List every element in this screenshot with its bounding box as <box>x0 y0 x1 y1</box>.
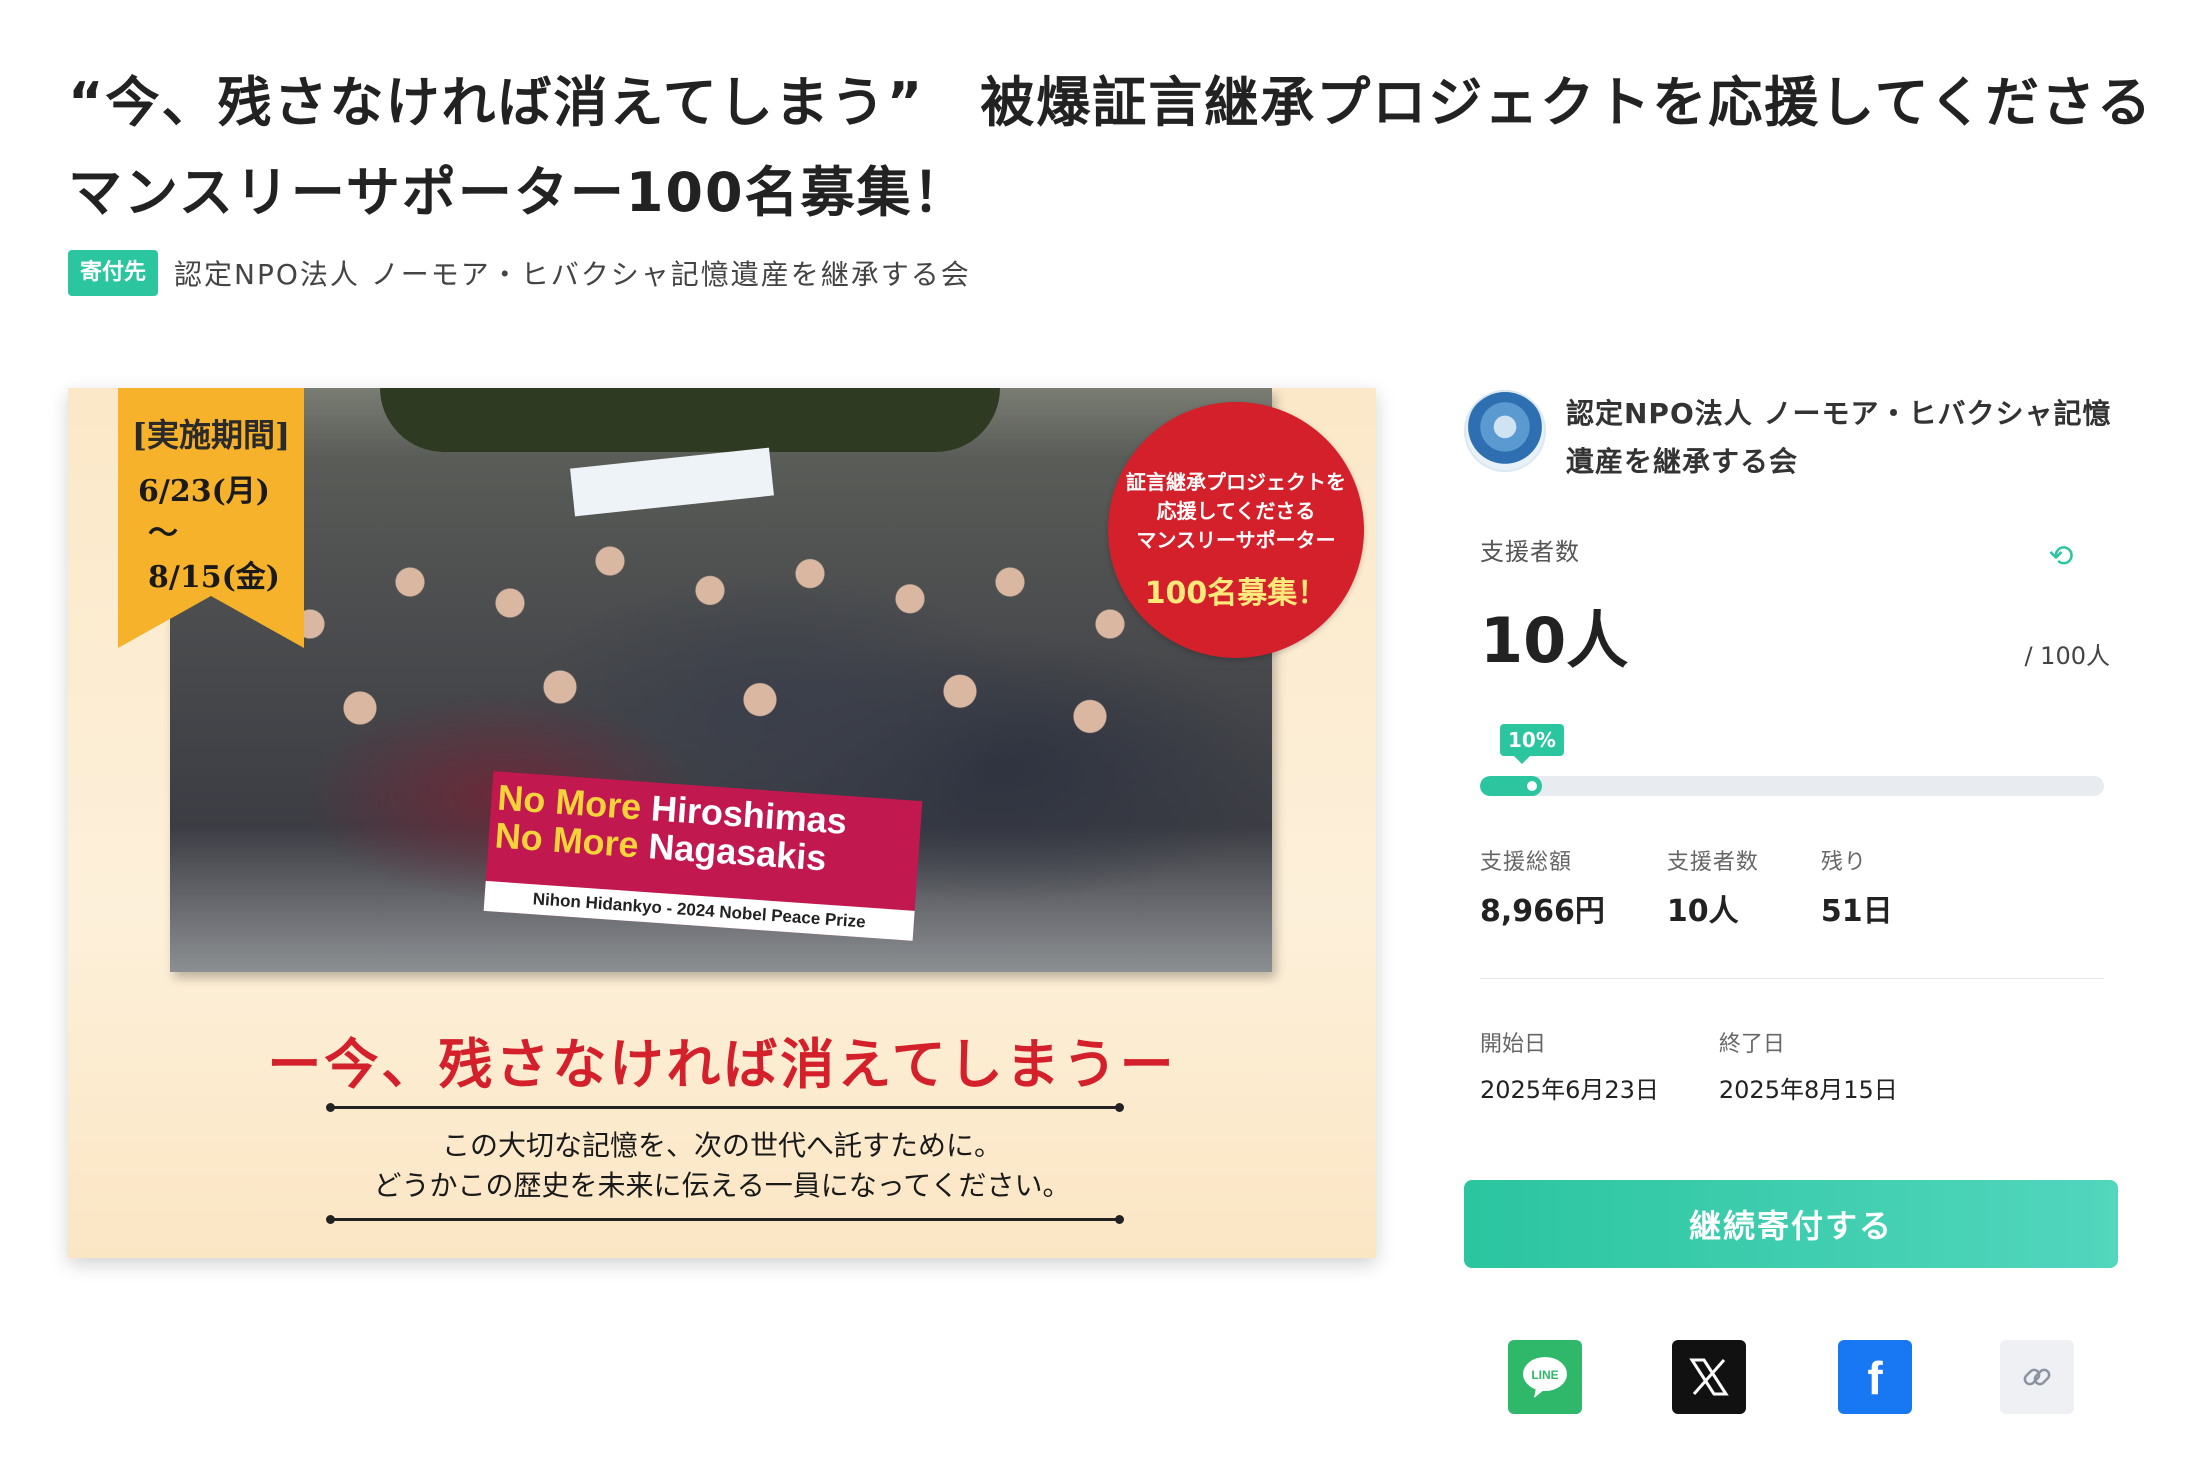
period-heading: [実施期間] <box>131 416 291 454</box>
stat-remaining: 残り 51日 <box>1821 844 1893 930</box>
stat-total-value: 8,966円 <box>1480 894 1605 929</box>
circle-text-1: 証言継承プロジェクトを <box>1126 470 1346 494</box>
org-name[interactable]: 認定NPO法人 ノーモア・ヒバクシャ記憶遺産を継承する会 <box>1566 390 2114 486</box>
supporters-goal: / 100人 <box>2024 642 2110 670</box>
period-end: ～8/15(金) <box>148 516 280 595</box>
progress-bar <box>1480 776 2104 796</box>
hero-slogan: ー今、残さなければ消えてしまうー <box>267 1033 1177 1096</box>
dates-row: 開始日 2025年6月23日 終了日 2025年8月15日 <box>1480 1026 1958 1105</box>
hero-subtext-2: どうかこの歴史を未来に伝える一員になってください。 <box>373 1169 1071 1202</box>
line-icon: LINE <box>1523 1357 1567 1398</box>
start-date-label: 開始日 <box>1480 1032 1547 1057</box>
start-date-value: 2025年6月23日 <box>1480 1076 1659 1104</box>
divider-top <box>326 1103 1124 1112</box>
share-x-button[interactable] <box>1672 1340 1746 1414</box>
end-date-label: 終了日 <box>1718 1032 1785 1057</box>
share-facebook-button[interactable]: f <box>1838 1340 1912 1414</box>
progress-fill <box>1480 776 1543 796</box>
banner-no-more-2: No More <box>493 814 641 866</box>
copy-link-button[interactable] <box>2000 1340 2074 1414</box>
progress-percent: 10% <box>1500 724 1564 764</box>
title-line-2: マンスリーサポーター100名募集！ <box>68 161 969 224</box>
donation-sidebar: 認定NPO法人 ノーモア・ヒバクシャ記憶遺産を継承する会 支援者数 ⟲ 10人 … <box>1464 390 2120 1414</box>
facebook-icon: f <box>1867 1354 1883 1400</box>
divider-bottom <box>326 1215 1124 1224</box>
period-start: 6/23(月) <box>138 474 270 509</box>
sidebar-divider <box>1480 978 2104 979</box>
line-icon-label: LINE <box>1531 1368 1558 1382</box>
stat-remaining-value: 51日 <box>1820 894 1893 929</box>
hidankyo-banner: No More Hiroshimas No More Nagasakis Nih… <box>483 771 923 941</box>
stat-total: 支援総額 8,966円 <box>1480 844 1605 930</box>
refresh-icon[interactable]: ⟲ <box>2044 540 2078 574</box>
page-title: “今、残さなければ消えてしまう” 被爆証言継承プロジェクトを応援してくださる マ… <box>68 58 2154 238</box>
recipient-name-link[interactable]: 認定NPO法人 ノーモア・ヒバクシャ記憶遺産を継承する会 <box>174 253 971 293</box>
share-line-button[interactable]: LINE <box>1508 1340 1582 1414</box>
end-date-value: 2025年8月15日 <box>1718 1076 1898 1104</box>
org-header[interactable]: 認定NPO法人 ノーモア・ヒバクシャ記憶遺産を継承する会 <box>1464 390 2120 486</box>
stat-supporters-value: 10人 <box>1666 894 1739 929</box>
stat-supporters-label: 支援者数 <box>1666 850 1759 875</box>
group-photo: No More Hiroshimas No More Nagasakis Nih… <box>170 388 1272 972</box>
recruit-circle: 証言継承プロジェクトを 応援してくださる マンスリーサポーター 100名募集！ <box>1108 402 1364 658</box>
org-logo <box>1464 390 1546 472</box>
supporters-label: 支援者数 <box>1480 538 1580 566</box>
donate-button[interactable]: 継続寄付する <box>1464 1180 2118 1268</box>
photo-hedge <box>380 388 1000 452</box>
end-date: 終了日 2025年8月15日 <box>1719 1026 1898 1105</box>
circle-highlight: 100名募集！ <box>1144 576 1328 611</box>
x-icon <box>1689 1358 1729 1396</box>
link-icon <box>2023 1368 2051 1386</box>
facebook-icon-label: f <box>1867 1354 1883 1400</box>
banner-footer: Nihon Hidankyo - 2024 Nobel Peace Prize <box>483 880 915 941</box>
stat-total-label: 支援総額 <box>1480 850 1573 875</box>
stat-supporters: 支援者数 10人 <box>1667 844 1759 930</box>
supporters-count: 10人 <box>1480 604 1629 677</box>
progress-dot <box>1527 781 1538 791</box>
title-line-1: “今、残さなければ消えてしまう” 被爆証言継承プロジェクトを応援してくださる <box>68 71 2154 134</box>
stat-remaining-label: 残り <box>1820 850 1867 875</box>
circle-text-3: マンスリーサポーター <box>1136 528 1336 552</box>
hero-image: No More Hiroshimas No More Nagasakis Nih… <box>68 388 1376 1258</box>
hero-subtext-1: この大切な記憶を、次の世代へ託すために。 <box>441 1129 1002 1162</box>
stats-row: 支援総額 8,966円 支援者数 10人 残り 51日 <box>1480 844 1955 930</box>
recipient-row: 寄付先 認定NPO法人 ノーモア・ヒバクシャ記憶遺産を継承する会 <box>68 250 971 296</box>
start-date: 開始日 2025年6月23日 <box>1480 1026 1659 1105</box>
circle-text-2: 応援してくださる <box>1156 499 1316 523</box>
recipient-badge: 寄付先 <box>68 250 159 296</box>
